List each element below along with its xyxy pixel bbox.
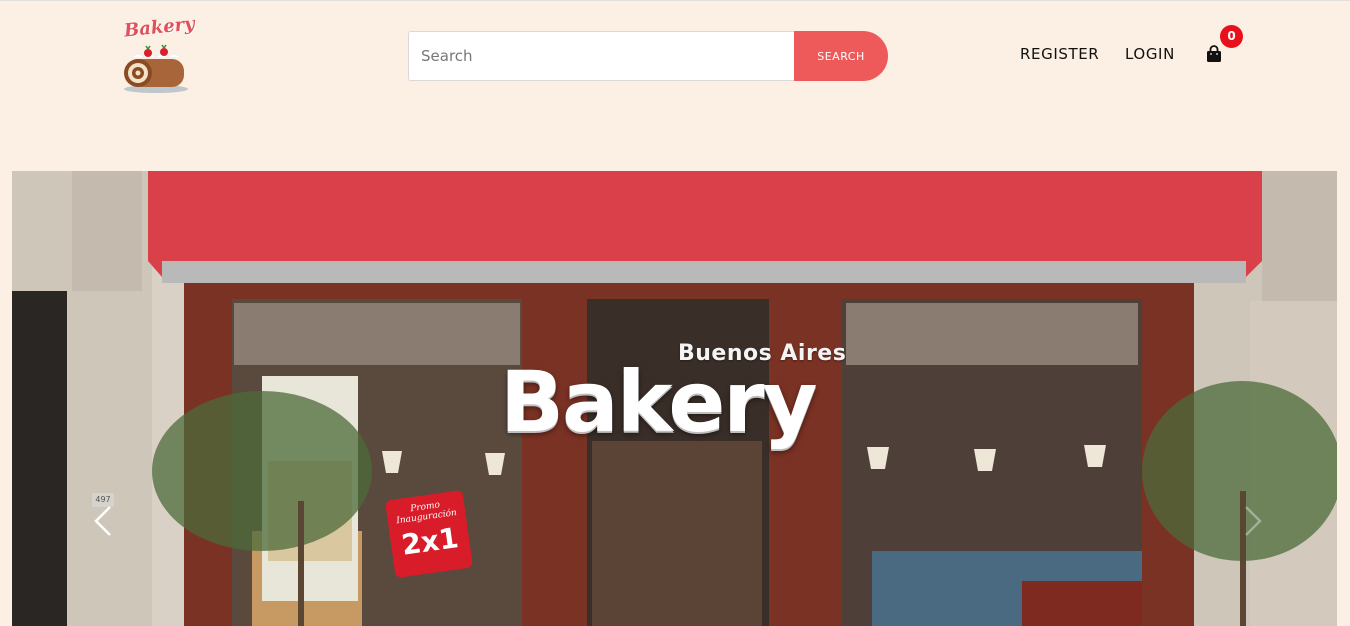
hero-carousel: 497 Buenos Aires Bakery Promo Inauguraci… xyxy=(12,171,1337,626)
promo-poster: Promo Inauguración 2x1 xyxy=(384,489,474,579)
cart-count-badge: 0 xyxy=(1220,25,1243,48)
chevron-right-icon[interactable] xyxy=(1238,501,1268,541)
login-link[interactable]: LOGIN xyxy=(1125,45,1175,63)
shopping-bag-icon[interactable] xyxy=(1206,45,1224,63)
search-input[interactable] xyxy=(408,31,794,81)
storefront-sign-title: Bakery xyxy=(500,353,817,451)
register-link[interactable]: REGISTER xyxy=(1020,45,1099,63)
site-header: Bakery SEARCH REGISTER LOGIN 0 xyxy=(0,1,1350,171)
chevron-left-icon[interactable] xyxy=(88,501,118,541)
search-bar: SEARCH xyxy=(408,31,888,81)
search-button[interactable]: SEARCH xyxy=(794,31,888,81)
bakery-logo[interactable]: Bakery xyxy=(118,13,196,97)
